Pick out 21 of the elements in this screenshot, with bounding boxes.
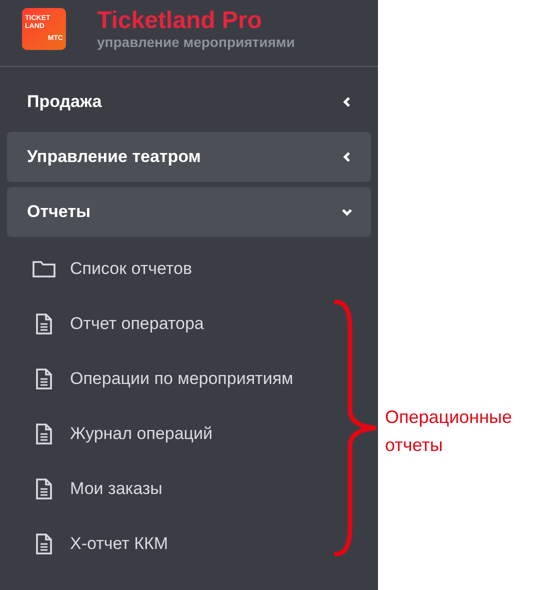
menu-item[interactable]: X-отчет ККМ: [7, 516, 371, 571]
app-subtitle: управление мероприятиями: [97, 34, 295, 50]
app-title: Ticketland Pro: [97, 8, 263, 34]
chevron-left-icon: [341, 96, 353, 108]
menu-item[interactable]: Отчет оператора: [7, 296, 371, 351]
menu-item[interactable]: Мои заказы: [7, 461, 371, 516]
menu-item[interactable]: Список отчетов: [7, 241, 371, 296]
menu-section[interactable]: Отчеты: [7, 187, 371, 237]
document-icon: [35, 312, 53, 334]
menu-section[interactable]: Управление театром: [7, 132, 371, 182]
chevron-down-icon: [341, 206, 353, 218]
menu-item[interactable]: Журнал операций: [7, 406, 371, 461]
folder-icon: [32, 260, 56, 278]
menu-section[interactable]: Продажа: [7, 77, 371, 127]
document-icon: [35, 368, 53, 390]
annotation-text: Операционные отчеты: [385, 406, 513, 457]
document-icon: [35, 478, 53, 500]
menu-item[interactable]: Операции по мероприятиям: [7, 351, 371, 406]
document-icon: [35, 422, 53, 444]
document-icon: [35, 532, 53, 554]
chevron-left-icon: [341, 151, 353, 163]
